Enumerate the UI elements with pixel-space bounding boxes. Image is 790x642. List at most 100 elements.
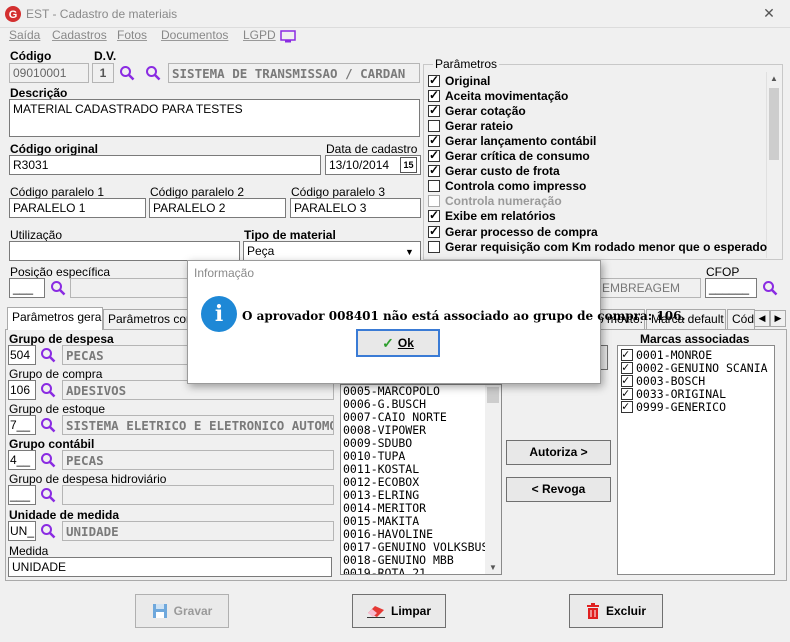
codigo-label: Código xyxy=(10,49,52,63)
excluir-label: Excluir xyxy=(605,604,647,618)
autoriza-button[interactable]: Autoriza > xyxy=(506,440,611,465)
checkbox[interactable] xyxy=(428,103,440,117)
checkbox[interactable] xyxy=(428,224,440,238)
grupo-hidro-code[interactable]: ___ xyxy=(8,485,36,505)
param-requisicao-km[interactable]: Gerar requisição com Km rodado menor que… xyxy=(428,239,767,254)
scroll-thumb[interactable] xyxy=(769,88,779,160)
param-processo-compra[interactable]: Gerar processo de compra xyxy=(428,224,598,239)
tab-codigos[interactable]: Códi xyxy=(727,309,755,329)
embreagem-field: EMBREAGEM xyxy=(598,278,701,298)
param-label: Gerar rateio xyxy=(445,118,514,133)
cod-par1-field[interactable]: PARALELO 1 xyxy=(9,198,146,218)
search-icon[interactable] xyxy=(40,452,56,468)
list-item[interactable]: 0999-GENERICO xyxy=(621,399,726,414)
tipo-material-select[interactable]: Peça xyxy=(243,241,421,261)
param-custo-frota[interactable]: Gerar custo de frota xyxy=(428,163,560,178)
menu-lgpd[interactable]: LGPD xyxy=(243,28,276,42)
checkbox[interactable] xyxy=(428,163,440,177)
param-controla-impresso[interactable]: Controla como impresso xyxy=(428,178,586,193)
checkbox[interactable] xyxy=(428,133,440,147)
monitor-icon[interactable] xyxy=(280,30,296,43)
cod-par3-field[interactable]: PARALELO 3 xyxy=(290,198,421,218)
search-icon[interactable] xyxy=(40,417,56,433)
search-icon[interactable] xyxy=(119,65,135,81)
posicao-label: Posição específica xyxy=(10,265,111,279)
cfop-field[interactable]: ______ xyxy=(705,278,757,298)
check-icon: ✓ xyxy=(382,334,394,351)
revoga-button[interactable]: < Revoga xyxy=(506,477,611,502)
checkbox[interactable] xyxy=(428,179,440,192)
descricao-field[interactable]: MATERIAL CADASTRADO PARA TESTES xyxy=(9,99,420,137)
close-button[interactable]: ✕ xyxy=(754,4,784,22)
medida-field[interactable]: UNIDADE xyxy=(8,557,332,577)
checkbox[interactable] xyxy=(428,208,440,222)
param-gerar-rateio[interactable]: Gerar rateio xyxy=(428,118,513,133)
search-icon[interactable] xyxy=(40,487,56,503)
param-lancamento-contabil[interactable]: Gerar lançamento contábil xyxy=(428,133,596,148)
search-icon[interactable] xyxy=(145,65,161,81)
parametros-scrollbar[interactable]: ▲ xyxy=(766,72,781,258)
checkbox[interactable] xyxy=(428,240,440,253)
tab-parametros-gerais[interactable]: Parâmetros gerais xyxy=(7,307,103,330)
excluir-button[interactable]: Excluir xyxy=(569,594,663,628)
search-icon[interactable] xyxy=(40,382,56,398)
save-icon xyxy=(152,604,167,618)
search-icon[interactable] xyxy=(40,523,56,539)
menu-saida[interactable]: Saída xyxy=(9,28,40,42)
dv-label: D.V. xyxy=(94,49,117,63)
list-item[interactable]: 0019-ROTA 21 xyxy=(341,567,501,575)
checkbox[interactable] xyxy=(428,148,440,162)
param-label: Gerar requisição com Km rodado menor que… xyxy=(445,239,768,254)
eraser-icon xyxy=(366,606,385,618)
checkbox[interactable] xyxy=(621,399,633,413)
info-dialog: Informação i O aprovador 008401 não está… xyxy=(187,260,686,384)
menu-cadastros[interactable]: Cadastros xyxy=(52,28,107,42)
param-aceita-movimentacao[interactable]: Aceita movimentação xyxy=(428,88,568,103)
marcas-list[interactable]: 0005-MARCOPOLO 0006-G.BUSCH 0007-CAIO NO… xyxy=(340,384,502,575)
unidade-code[interactable]: UN_ xyxy=(8,521,36,541)
utilizacao-field[interactable] xyxy=(9,241,240,261)
param-label: Gerar lançamento contábil xyxy=(445,133,597,148)
chevron-down-icon[interactable]: ▼ xyxy=(405,247,414,257)
tab-scroll-right-icon[interactable]: ▶ xyxy=(770,310,786,327)
codigo-original-field[interactable]: R3031 xyxy=(9,155,321,175)
cod-par2-field[interactable]: PARALELO 2 xyxy=(149,198,286,218)
medida-label: Medida xyxy=(9,544,49,558)
dv-field[interactable]: 1 xyxy=(92,63,114,83)
checkbox[interactable] xyxy=(428,73,440,87)
marcas-scrollbar[interactable]: ▼ xyxy=(485,385,501,574)
search-icon[interactable] xyxy=(40,347,56,363)
grupo-compra-code[interactable]: 106 xyxy=(8,380,36,400)
param-exibe-relatorios[interactable]: Exibe em relatórios xyxy=(428,208,556,223)
param-gerar-cotacao[interactable]: Gerar cotação xyxy=(428,103,526,118)
gravar-label: Gravar xyxy=(173,604,213,618)
limpar-button[interactable]: Limpar xyxy=(352,594,446,628)
param-original[interactable]: Original xyxy=(428,73,490,88)
grupo-estoque-code[interactable]: 7__ xyxy=(8,415,36,435)
menu-fotos[interactable]: Fotos xyxy=(117,28,147,42)
scroll-up-icon[interactable]: ▲ xyxy=(769,74,779,83)
tab-parametros-comp[interactable]: Parâmetros comp xyxy=(103,309,188,329)
dialog-message: O aprovador 008401 não está associado ao… xyxy=(242,309,686,323)
ok-button[interactable]: ✓ Ok xyxy=(356,329,440,357)
posicao-field[interactable]: ___ xyxy=(9,278,45,298)
grupo-estoque-desc: SISTEMA ELETRICO E ELETRONICO AUTOMO xyxy=(62,415,334,435)
gravar-button[interactable]: Gravar xyxy=(135,594,229,628)
grupo-contabil-code[interactable]: 4__ xyxy=(8,450,36,470)
calendar-icon[interactable]: 15 xyxy=(400,157,417,173)
grupo-despesa-code[interactable]: 504 xyxy=(8,345,36,365)
scroll-down-icon[interactable]: ▼ xyxy=(489,563,497,572)
scroll-thumb[interactable] xyxy=(487,387,499,403)
search-icon[interactable] xyxy=(50,280,66,296)
param-critica-consumo[interactable]: Gerar crítica de consumo xyxy=(428,148,590,163)
checkbox[interactable] xyxy=(428,88,440,102)
grupo-compra-label: Grupo de compra xyxy=(9,367,103,381)
search-icon[interactable] xyxy=(762,280,778,296)
checkbox[interactable] xyxy=(428,119,440,132)
codigo-field[interactable]: 09010001 xyxy=(9,63,89,83)
grupo-hidro-label: Grupo de despesa hidroviário xyxy=(9,472,167,486)
param-label: Exibe em relatórios xyxy=(445,208,556,223)
tab-scroll-left-icon[interactable]: ◀ xyxy=(754,310,770,327)
menu-documentos[interactable]: Documentos xyxy=(161,28,228,42)
cfop-label: CFOP xyxy=(706,265,740,279)
